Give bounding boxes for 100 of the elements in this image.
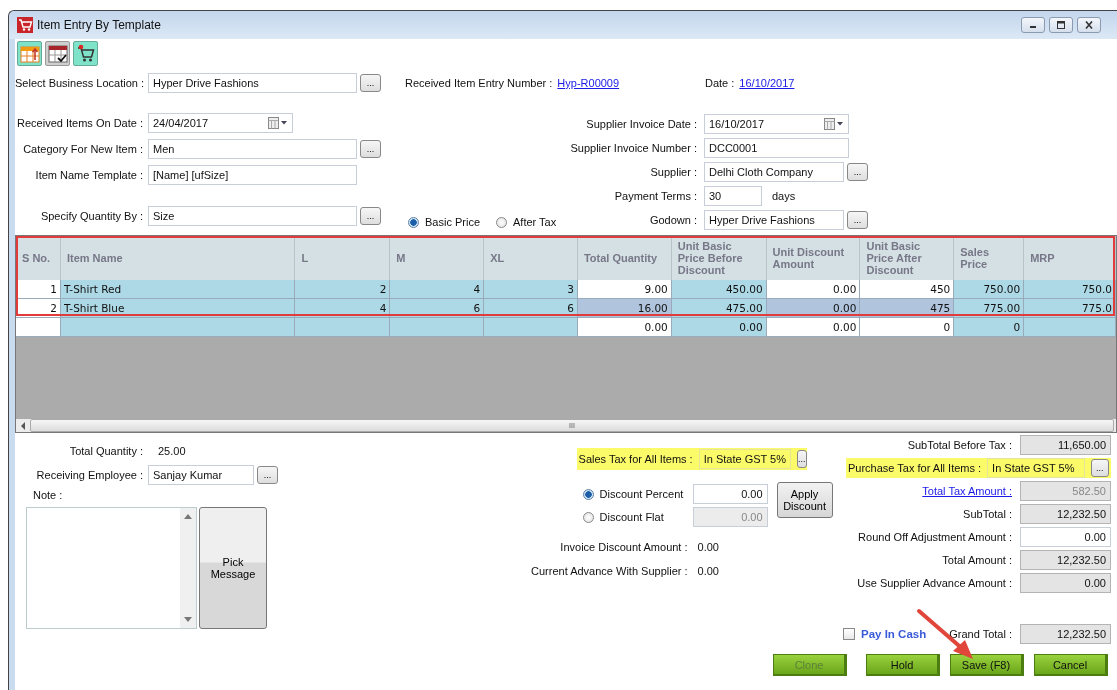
checkbox[interactable]: [843, 628, 855, 640]
date-field[interactable]: 24/04/2017: [148, 113, 293, 133]
note-field[interactable]: [26, 507, 197, 629]
field-label: Receiving Employee :: [35, 469, 143, 481]
field-label: Current Advance With Supplier :: [530, 565, 688, 577]
maximize-button[interactable]: [1049, 17, 1073, 33]
text-field[interactable]: Size: [148, 206, 357, 226]
entry-number-link[interactable]: Hyp-R00009: [557, 77, 620, 89]
action-button[interactable]: Save (F8): [950, 654, 1024, 676]
table-cell: 0: [860, 318, 955, 337]
cart-icon[interactable]: [73, 41, 98, 66]
field-label: Grand Total :: [949, 628, 1012, 640]
field-label: Select Business Location :: [15, 77, 143, 89]
purchase-tax-field[interactable]: In State GST 5%: [987, 458, 1085, 478]
table-cell: 0.00: [766, 280, 861, 299]
date-field[interactable]: 16/10/2017: [704, 114, 849, 134]
action-button[interactable]: Cancel: [1034, 654, 1108, 676]
field-label: Total Quantity :: [68, 445, 143, 457]
field-label: Round Off Adjustment Amount :: [858, 531, 1012, 543]
table-cell: [16, 318, 61, 337]
table-cell: 0.00: [766, 318, 861, 337]
field-label: Received Items On Date :: [16, 117, 143, 129]
field-label: Use Supplier Advance Amount :: [857, 577, 1012, 589]
price-mode-radio[interactable]: After Tax: [496, 216, 557, 228]
grand-total-field[interactable]: 12,232.50: [1020, 624, 1111, 644]
browse-button[interactable]: ...: [360, 74, 381, 92]
calendar-dropdown-icon: [268, 117, 288, 129]
total-quantity-value: 25.00: [158, 445, 186, 457]
table-cell: 9.00: [577, 280, 672, 299]
browse-button[interactable]: ...: [847, 211, 868, 229]
cart-icon: [17, 17, 33, 33]
amount-value: 0.00: [697, 565, 719, 577]
text-field[interactable]: Delhi Cloth Company: [704, 162, 844, 182]
field-label: Note :: [33, 489, 64, 501]
table-cell: 0.00: [577, 318, 672, 337]
grid-row[interactable]: 1 T-Shirt Red 2 4 3 9.00 450.00 0.00 450 750.00 750.0: [16, 280, 1116, 299]
maximize-icon: [1056, 21, 1066, 29]
field-label: Payment Terms :: [613, 190, 697, 202]
table-cell: 450: [860, 280, 955, 299]
field-label: Received Item Entry Number :: [405, 77, 553, 89]
table-cell: 4: [390, 280, 485, 299]
browse-button[interactable]: ...: [257, 466, 278, 484]
table-cell: 450.00: [671, 280, 767, 299]
scroll-up-icon: [184, 514, 192, 519]
browse-button[interactable]: ...: [797, 450, 807, 468]
text-field[interactable]: DCC0001: [704, 138, 849, 158]
apply-discount-button[interactable]: Apply Discount: [776, 482, 833, 518]
unit-label: days: [772, 190, 796, 202]
field-label: Specify Quantity By :: [39, 210, 143, 222]
field-label: SubTotal :: [963, 508, 1012, 520]
price-mode-radio[interactable]: Basic Price: [408, 216, 481, 228]
field-label: Supplier Invoice Number :: [569, 142, 697, 154]
text-field[interactable]: Hyper Drive Fashions: [704, 210, 844, 230]
table-cell: 2: [295, 280, 391, 299]
table-cell: 1: [16, 280, 61, 299]
field-label: Total Amount :: [942, 554, 1012, 566]
date-link[interactable]: 16/10/2017: [739, 77, 795, 89]
field-label: Purchase Tax for All Items :: [848, 462, 982, 474]
pick-message-button[interactable]: Pick Message: [199, 507, 267, 629]
amount-value: 0.00: [697, 541, 719, 553]
radio-button[interactable]: [408, 216, 419, 228]
browse-button[interactable]: ...: [360, 140, 381, 158]
pay-in-cash-checkbox[interactable]: Pay In Cash: [843, 628, 927, 640]
table-cell: 750.0: [1024, 280, 1116, 299]
text-field[interactable]: Men: [148, 139, 357, 159]
employee-field[interactable]: Sanjay Kumar: [148, 465, 254, 485]
table-icon[interactable]: [17, 41, 42, 66]
table-cell: 0.00: [671, 318, 767, 337]
field-label: Category For New Item :: [22, 143, 143, 155]
radio-button[interactable]: [496, 216, 508, 228]
business-location-field[interactable]: Hyper Drive Fashions: [148, 73, 357, 93]
scroll-left-icon: [20, 421, 26, 430]
field-label: Sales Tax for All Items :: [578, 453, 693, 465]
field-label: SubTotal Before Tax :: [907, 439, 1012, 451]
action-button[interactable]: Hold: [866, 654, 940, 676]
close-icon: [1084, 21, 1094, 29]
radio-button[interactable]: [582, 488, 594, 500]
minimize-button[interactable]: [1021, 17, 1045, 33]
browse-button[interactable]: ...: [360, 207, 381, 225]
table-cell: T-Shirt Red: [60, 280, 296, 299]
field-label: Date :: [705, 77, 735, 89]
grid-row[interactable]: 0.00 0.00 0.00 0 0: [16, 318, 1116, 337]
sales-tax-field[interactable]: In State GST 5%: [698, 449, 791, 469]
table-cell: 750.00: [954, 280, 1025, 299]
text-field[interactable]: [Name] [ufSize]: [148, 165, 357, 185]
close-button[interactable]: [1077, 17, 1101, 33]
field-label: Item Name Template :: [34, 169, 143, 181]
amount-field[interactable]: 0.00: [1020, 527, 1111, 547]
browse-button[interactable]: ...: [847, 163, 868, 181]
table-cell: 0: [954, 318, 1025, 337]
calendar-check-icon[interactable]: [45, 41, 70, 66]
window-title: Item Entry By Template: [37, 18, 161, 32]
browse-button[interactable]: ...: [1090, 459, 1109, 477]
vertical-scrollbar[interactable]: [180, 508, 196, 628]
calendar-dropdown-icon: [824, 118, 844, 130]
text-field[interactable]: 30: [704, 186, 762, 206]
table-cell: 3: [484, 280, 578, 299]
discount-field[interactable]: 0.00: [692, 484, 768, 504]
field-label: Supplier :: [649, 166, 697, 178]
discount-mode-radio[interactable]: Discount Percent: [582, 488, 685, 500]
